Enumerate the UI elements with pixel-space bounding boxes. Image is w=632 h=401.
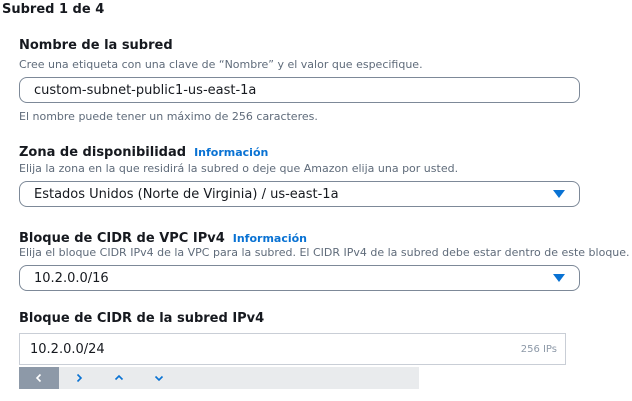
caret-down-icon [553,190,565,198]
cidr-next-button[interactable] [59,367,99,389]
subnet-cidr-value: 10.2.0.0/24 [30,341,105,357]
chevron-down-icon [154,375,164,382]
subnet-name-hint: El nombre puede tener un máximo de 256 c… [19,110,318,123]
subnet-cidr-input[interactable]: 10.2.0.0/24 256 IPs [19,333,566,365]
chevron-up-icon [114,374,124,381]
cidr-increase-button[interactable] [99,367,139,389]
section-title: Subred 1 de 4 [2,2,105,17]
subnet-cidr-label: Bloque de CIDR de la subred IPv4 [19,311,265,326]
subnet-name-label: Nombre de la subred [19,38,173,53]
vpc-cidr-value: 10.2.0.0/16 [34,270,109,286]
vpc-cidr-description: Elija el bloque CIDR IPv4 de la VPC para… [19,246,630,259]
chevron-left-icon [35,373,42,383]
availability-zone-value: Estados Unidos (Norte de Virginia) / us-… [34,186,339,202]
vpc-cidr-label: Bloque de CIDR de VPC IPv4 [19,231,225,246]
cidr-decrease-button[interactable] [139,367,179,389]
availability-zone-info-link[interactable]: Información [194,146,268,159]
cidr-stepper [19,367,419,389]
subnet-name-input[interactable]: custom-subnet-public1-us-east-1a [19,77,580,103]
subnet-name-description: Cree una etiqueta con una clave de “Nomb… [19,58,423,71]
cidr-previous-button[interactable] [19,367,59,389]
availability-zone-select[interactable]: Estados Unidos (Norte de Virginia) / us-… [19,181,580,207]
vpc-cidr-select[interactable]: 10.2.0.0/16 [19,265,580,291]
subnet-name-value: custom-subnet-public1-us-east-1a [34,82,257,98]
vpc-cidr-info-link[interactable]: Información [233,232,307,245]
vpc-cidr-header: Bloque de CIDR de VPC IPv4 Información [19,227,307,246]
availability-zone-description: Elija la zona en la que residirá la subr… [19,162,459,175]
ip-count-label: 256 IPs [520,343,557,355]
availability-zone-header: Zona de disponibilidad Información [19,141,268,160]
caret-down-icon [553,274,565,282]
chevron-right-icon [76,373,83,383]
availability-zone-label: Zona de disponibilidad [19,145,187,160]
